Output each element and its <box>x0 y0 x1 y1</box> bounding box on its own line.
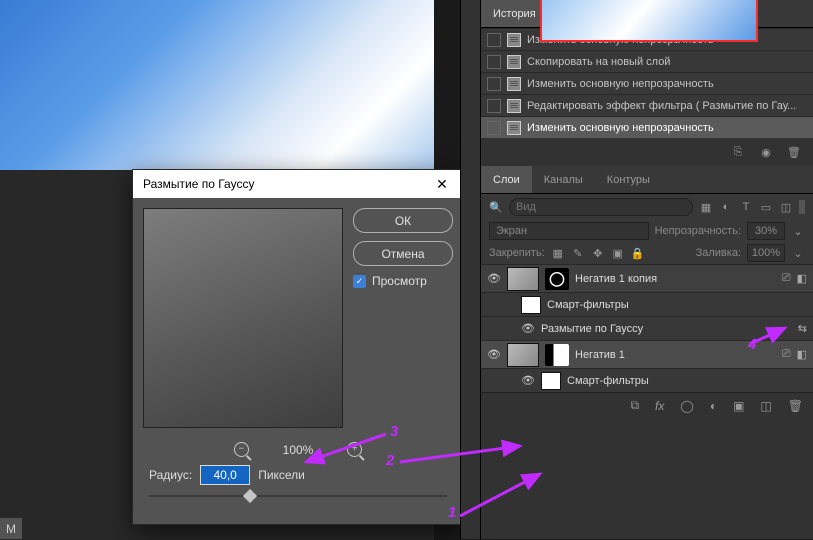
lock-label: Закрепить: <box>489 247 545 259</box>
menubar-letter: М <box>6 522 16 536</box>
filter-mask-thumb[interactable] <box>521 296 541 314</box>
lock-artboard-icon[interactable]: ▣ <box>611 246 625 260</box>
layers-filter-row: 🔍 ▦ ◐ T ▭ ◫ <box>481 194 813 220</box>
layer-item[interactable]: 👁 ◯ Негатив 1 копия ⎚ ◧ <box>481 264 813 292</box>
smart-object-icon: ◧ <box>797 348 807 361</box>
new-snapshot-icon[interactable]: ⎘ <box>731 145 745 159</box>
blend-opacity-row: Экран Непрозрачность: 30% ⌄ <box>481 220 813 242</box>
visibility-icon[interactable]: 👁 <box>521 374 535 388</box>
filter-preview[interactable] <box>143 208 343 428</box>
panel-dock-strip[interactable] <box>460 0 480 539</box>
close-icon[interactable]: ✕ <box>425 172 459 196</box>
group-icon[interactable]: ▣ <box>733 399 744 413</box>
tab-history[interactable]: История <box>481 0 548 27</box>
opacity-label: Непрозрачность: <box>655 225 741 237</box>
history-item[interactable]: Редактировать эффект фильтра ( Размытие … <box>481 94 813 116</box>
layer-filter-input[interactable] <box>509 198 693 216</box>
zoom-out-icon[interactable]: − <box>234 442 249 457</box>
radius-unit: Пиксели <box>258 468 305 482</box>
menubar-fragment: М <box>0 518 22 539</box>
history-list: Изменить основную непрозрачность Скопиро… <box>481 28 813 138</box>
mask-icon[interactable]: ◯ <box>680 399 693 413</box>
new-layer-icon[interactable]: ◫ <box>760 399 771 413</box>
smart-object-icon: ◧ <box>797 272 807 285</box>
cancel-button[interactable]: Отмена <box>353 241 453 266</box>
zoom-in-icon[interactable]: + <box>347 442 362 457</box>
smart-filter-item[interactable]: 👁 Размытие по Гауссу ⇆ <box>481 316 813 340</box>
filter-stack-icon[interactable]: ⎚ <box>782 272 791 285</box>
filter-stack-icon[interactable]: ⎚ <box>782 348 791 361</box>
filter-image-icon[interactable]: ▦ <box>699 200 713 214</box>
tab-layers[interactable]: Слои <box>481 166 532 193</box>
document-icon <box>507 99 521 113</box>
dialog-titlebar[interactable]: Размытие по Гауссу ✕ <box>133 170 463 198</box>
fill-label: Заливка: <box>696 247 741 259</box>
search-icon: 🔍 <box>489 200 503 214</box>
trash-icon[interactable]: 🗑 <box>787 145 801 159</box>
history-item[interactable]: Скопировать на новый слой <box>481 50 813 72</box>
preview-checkbox[interactable]: ✓ <box>353 275 366 288</box>
layer-name[interactable]: Негатив 1 <box>575 349 625 361</box>
layer-mask-icon[interactable] <box>545 344 569 366</box>
trash-icon[interactable]: 🗑 <box>788 399 803 413</box>
smart-filters-label: Смарт-фильтры <box>567 375 649 387</box>
visibility-icon[interactable]: 👁 <box>487 348 501 362</box>
ok-button[interactable]: ОК <box>353 208 453 233</box>
smart-filters-header[interactable]: Смарт-фильтры <box>481 292 813 316</box>
tab-paths[interactable]: Контуры <box>595 166 662 193</box>
filter-name[interactable]: Размытие по Гауссу <box>541 323 643 335</box>
filter-adjust-icon[interactable]: ◐ <box>719 200 733 214</box>
lock-all-icon[interactable]: 🔒 <box>631 246 645 260</box>
history-item[interactable]: Изменить основную непрозрачность <box>481 116 813 138</box>
layer-thumbnail[interactable] <box>507 267 539 291</box>
opacity-value[interactable]: 30% <box>747 222 785 240</box>
tab-channels[interactable]: Каналы <box>532 166 595 193</box>
right-panels: 27,27% ▲ ▲ История Операции Коррекция Из… <box>480 0 813 539</box>
blend-mode-select[interactable]: Экран <box>489 222 649 240</box>
filter-toggle-icon[interactable] <box>799 200 805 214</box>
history-item[interactable]: Изменить основную непрозрачность <box>481 72 813 94</box>
lock-transparency-icon[interactable]: ▦ <box>551 246 565 260</box>
layer-thumbnail[interactable] <box>507 343 539 367</box>
radius-slider[interactable] <box>149 495 447 497</box>
zoom-level: 100% <box>283 443 314 457</box>
smart-filters-label: Смарт-фильтры <box>547 299 629 311</box>
document-icon <box>507 121 521 135</box>
lock-fill-row: Закрепить: ▦ ✎ ✥ ▣ 🔒 Заливка: 100% ⌄ <box>481 242 813 264</box>
adjustment-icon[interactable]: ◐ <box>710 399 717 413</box>
document-icon <box>507 33 521 47</box>
lock-brush-icon[interactable]: ✎ <box>571 246 585 260</box>
layer-item[interactable]: 👁 Негатив 1 ⎚ ◧ <box>481 340 813 368</box>
fill-value[interactable]: 100% <box>747 244 785 262</box>
gaussian-blur-dialog: Размытие по Гауссу ✕ ОК Отмена ✓ Просмот… <box>132 169 464 525</box>
filter-shape-icon[interactable]: ▭ <box>759 200 773 214</box>
visibility-icon[interactable]: 👁 <box>487 272 501 286</box>
layers-list: 👁 ◯ Негатив 1 копия ⎚ ◧ Смарт-фильтры 👁 Р… <box>481 264 813 392</box>
radius-label: Радиус: <box>149 468 192 482</box>
visibility-icon[interactable]: 👁 <box>521 322 535 336</box>
layer-name[interactable]: Негатив 1 копия <box>575 273 657 285</box>
document-icon <box>507 55 521 69</box>
layers-tabs: Слои Каналы Контуры <box>481 166 813 194</box>
camera-icon[interactable]: ◉ <box>759 145 773 159</box>
link-layers-icon[interactable]: ⧉ <box>630 398 639 413</box>
fx-icon[interactable]: fx <box>655 399 664 413</box>
navigator-thumbnail[interactable] <box>540 0 758 42</box>
document-icon <box>507 77 521 91</box>
filter-options-icon[interactable]: ⇆ <box>798 322 807 335</box>
lock-move-icon[interactable]: ✥ <box>591 246 605 260</box>
radius-input[interactable] <box>200 465 250 485</box>
chevron-down-icon[interactable]: ⌄ <box>791 224 805 238</box>
layer-mask-icon[interactable]: ◯ <box>545 268 569 290</box>
layers-footer: ⧉ fx ◯ ◐ ▣ ◫ 🗑 <box>481 392 813 418</box>
filter-mask-thumb[interactable] <box>541 372 561 390</box>
dialog-title: Размытие по Гауссу <box>143 177 254 191</box>
filter-type-icon[interactable]: T <box>739 200 753 214</box>
chevron-down-icon[interactable]: ⌄ <box>791 246 805 260</box>
radius-slider-thumb[interactable] <box>243 489 257 503</box>
preview-label: Просмотр <box>372 274 427 288</box>
smart-filters-header[interactable]: 👁 Смарт-фильтры <box>481 368 813 392</box>
history-footer: ⎘ ◉ 🗑 <box>481 138 813 166</box>
filter-smart-icon[interactable]: ◫ <box>779 200 793 214</box>
